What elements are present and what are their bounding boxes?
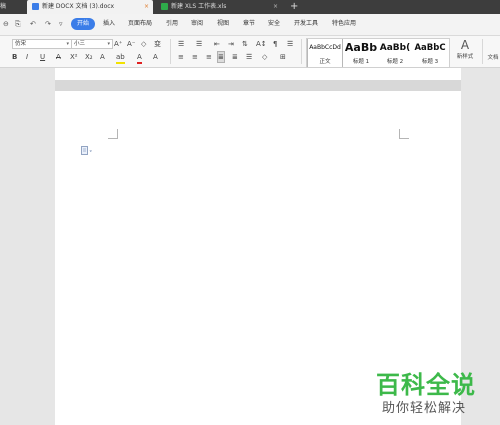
underline-icon[interactable]: U — [40, 52, 45, 62]
font-name-select[interactable]: 仿宋 ▾ — [12, 39, 72, 49]
customize-icon[interactable]: ▿ — [59, 18, 63, 30]
highlight-icon[interactable]: ab — [116, 52, 125, 64]
columns-icon[interactable]: ☰ — [246, 52, 252, 62]
borders-icon[interactable]: ⊞ — [280, 52, 286, 62]
tab-docx[interactable]: 新建 DOCX 文档 (3).docx × — [27, 0, 153, 14]
subscript-icon[interactable]: X₂ — [85, 52, 93, 62]
styles-gallery: AaBbCcDd 正文 AaBb 标题 1 AaBb( 标题 2 AaBbC 标… — [306, 38, 450, 68]
italic-icon[interactable]: I — [26, 52, 28, 62]
undo-icon[interactable]: ↶ — [30, 18, 36, 30]
grow-font-icon[interactable]: A⁺ — [114, 39, 122, 49]
home-tab[interactable]: 稿 — [0, 0, 26, 14]
doc-tools-button[interactable]: 文档 — [486, 53, 500, 63]
phonetic-icon[interactable]: 变 — [154, 39, 161, 49]
ribbon: 仿宋 ▾ 小三 ▾ A⁺ A⁻ ◇ 变 B I U A X² X₂ A ab A… — [0, 36, 500, 68]
tab-developer[interactable]: 开发工具 — [294, 18, 318, 30]
new-style-button[interactable]: A 新样式 — [452, 38, 478, 66]
redo-icon[interactable]: ↷ — [45, 18, 51, 30]
style-heading-2-label: 标题 2 — [386, 59, 404, 65]
tab-xls[interactable]: 新建 XLS 工作表.xls × — [156, 0, 284, 14]
shrink-font-icon[interactable]: A⁻ — [127, 39, 135, 49]
tab-insert[interactable]: 插入 — [103, 18, 115, 30]
divider — [170, 39, 171, 64]
watermark-subtitle: 助你轻松解决 — [382, 401, 467, 416]
style-heading-1-label: 标题 1 — [352, 59, 370, 65]
style-heading-3-sample: AaBbC — [414, 43, 446, 53]
doc-icon — [32, 2, 39, 10]
style-normal-sample: AaBbCcDd — [309, 44, 341, 51]
shading-icon[interactable]: ◇ — [262, 52, 267, 62]
style-normal-label: 正文 — [319, 59, 331, 65]
paragraph-settings-icon[interactable]: ☰ — [287, 39, 293, 49]
paragraph-mark-icon[interactable]: ¶ — [273, 39, 277, 49]
tab-start[interactable]: 开始 — [71, 18, 96, 30]
font-size-value: 小三 — [74, 41, 86, 47]
font-name-value: 仿宋 — [15, 41, 27, 47]
style-heading-1[interactable]: AaBb 标题 1 — [344, 39, 378, 67]
close-icon[interactable]: × — [144, 0, 149, 14]
tab-xls-label: 新建 XLS 工作表.xls — [171, 3, 227, 10]
menu-bar: ⊖ ⎘ ↶ ↷ ▿ 开始 插入 页面布局 引用 审阅 视图 章节 安全 开发工具… — [0, 14, 500, 36]
tab-docx-label: 新建 DOCX 文档 (3).docx — [42, 3, 115, 10]
home-tab-label: 稿 — [0, 3, 7, 10]
bullet-list-icon[interactable]: ☰ — [178, 39, 184, 49]
divider — [301, 39, 302, 64]
chevron-down-icon: ▾ — [66, 41, 69, 47]
style-heading-3[interactable]: AaBbC 标题 3 — [412, 39, 448, 67]
tab-references[interactable]: 引用 — [166, 18, 178, 30]
style-heading-3-label: 标题 3 — [421, 59, 439, 65]
bold-icon[interactable]: B — [12, 52, 17, 62]
watermark-logo: 百科全说 助你轻松解决 — [374, 365, 494, 420]
char-shading-icon[interactable]: A — [153, 52, 158, 62]
tab-special[interactable]: 特色应用 — [332, 18, 356, 30]
tab-view[interactable]: 视图 — [217, 18, 229, 30]
decrease-indent-icon[interactable]: ⇤ — [214, 39, 220, 49]
title-bar: 稿 新建 DOCX 文档 (3).docx × 新建 XLS 工作表.xls ×… — [0, 0, 500, 14]
xls-icon — [161, 2, 168, 10]
previous-page-bottom — [55, 68, 461, 80]
font-color-icon[interactable]: A — [137, 52, 142, 64]
style-heading-1-sample: AaBb — [344, 41, 378, 54]
superscript-icon[interactable]: X² — [70, 52, 78, 62]
align-left-icon[interactable]: ≡ — [178, 52, 184, 62]
margin-corner-top-right — [399, 129, 409, 139]
style-normal[interactable]: AaBbCcDd 正文 — [307, 39, 343, 67]
divider — [482, 39, 483, 64]
tab-security[interactable]: 安全 — [268, 18, 280, 30]
sort-icon[interactable]: ⇅ — [242, 39, 248, 49]
align-center-icon[interactable]: ≡ — [192, 52, 198, 62]
page-break-gap — [55, 80, 461, 91]
align-right-icon[interactable]: ≡ — [206, 52, 212, 62]
new-style-label: 新样式 — [456, 54, 474, 60]
strikethrough-icon[interactable]: A — [56, 52, 61, 62]
increase-indent-icon[interactable]: ⇥ — [228, 39, 234, 49]
tab-chapter[interactable]: 章节 — [243, 18, 255, 30]
justify-icon[interactable]: ≣ — [217, 51, 225, 63]
chevron-down-icon: ▾ — [107, 41, 110, 47]
tab-review[interactable]: 审阅 — [191, 18, 203, 30]
new-tab-button[interactable]: + — [290, 0, 298, 14]
distribute-icon[interactable]: ≣ — [232, 52, 238, 62]
save-icon[interactable]: ⎘ — [15, 18, 21, 30]
clear-format-icon[interactable]: ◇ — [141, 39, 146, 49]
close-icon[interactable]: × — [273, 0, 278, 14]
margin-corner-top-left — [108, 129, 118, 139]
text-effect-icon[interactable]: A — [100, 52, 105, 62]
style-heading-2-sample: AaBb( — [379, 43, 411, 53]
new-style-icon: A — [460, 38, 470, 52]
paragraph-handle-icon[interactable] — [81, 146, 93, 156]
menu-icon[interactable]: ⊖ — [3, 18, 9, 30]
tab-page-layout[interactable]: 页面布局 — [128, 18, 152, 30]
font-size-select[interactable]: 小三 ▾ — [71, 39, 113, 49]
numbered-list-icon[interactable]: ☰ — [196, 39, 202, 49]
style-heading-2[interactable]: AaBb( 标题 2 — [378, 39, 412, 67]
line-spacing-icon[interactable]: A↕ — [256, 39, 267, 49]
watermark-title: 百科全说 — [376, 371, 476, 399]
